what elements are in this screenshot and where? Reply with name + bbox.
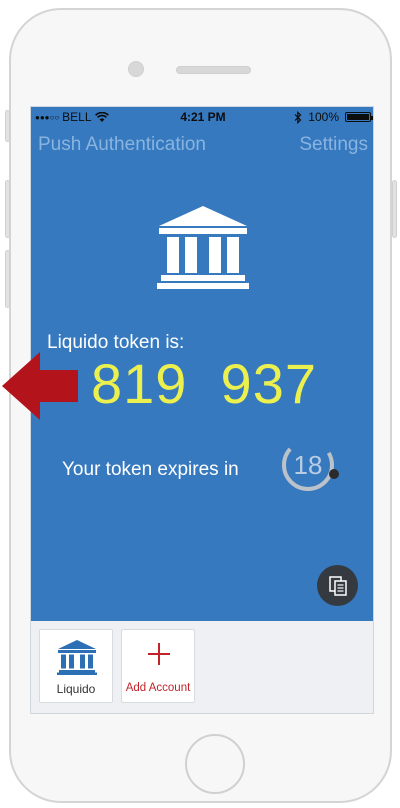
battery-icon (345, 112, 373, 122)
token-code: 819 937 (91, 352, 317, 415)
mute-switch (5, 110, 10, 142)
volume-up-button (5, 180, 10, 238)
power-button (392, 180, 397, 238)
bank-icon (57, 640, 97, 675)
phone-screen: ●●●○○ BELL 4:21 PM 100% Push Authenticat… (30, 106, 374, 714)
copy-icon (328, 575, 347, 596)
token-panel: ●●●○○ BELL 4:21 PM 100% Push Authenticat… (31, 107, 373, 621)
pointer-arrow-icon (2, 352, 78, 420)
volume-down-button (5, 250, 10, 308)
battery-percentage: 100% (308, 110, 339, 124)
settings-button[interactable]: Settings (299, 134, 368, 156)
countdown-seconds: 18 (293, 450, 323, 480)
countdown-timer: 18 (280, 437, 342, 499)
plus-icon (148, 643, 170, 665)
bank-icon (157, 206, 249, 289)
home-button[interactable] (185, 734, 245, 794)
bluetooth-icon (294, 110, 302, 124)
front-camera (128, 61, 144, 77)
add-account-button[interactable]: Add Account (121, 629, 195, 703)
expiry-label: Your token expires in (62, 459, 239, 480)
copy-token-button[interactable] (317, 565, 358, 606)
earpiece-speaker (176, 66, 251, 74)
add-account-label: Add Account (125, 682, 191, 694)
account-label: Liquido (56, 682, 96, 696)
accounts-bar: Liquido Add Account (39, 629, 195, 703)
account-tile-liquido[interactable]: Liquido (39, 629, 113, 703)
battery-level (347, 114, 369, 120)
page-title: Push Authentication (38, 134, 206, 155)
status-bar: ●●●○○ BELL 4:21 PM 100% (31, 107, 373, 127)
navigation-bar: Push Authentication Settings (31, 131, 373, 159)
